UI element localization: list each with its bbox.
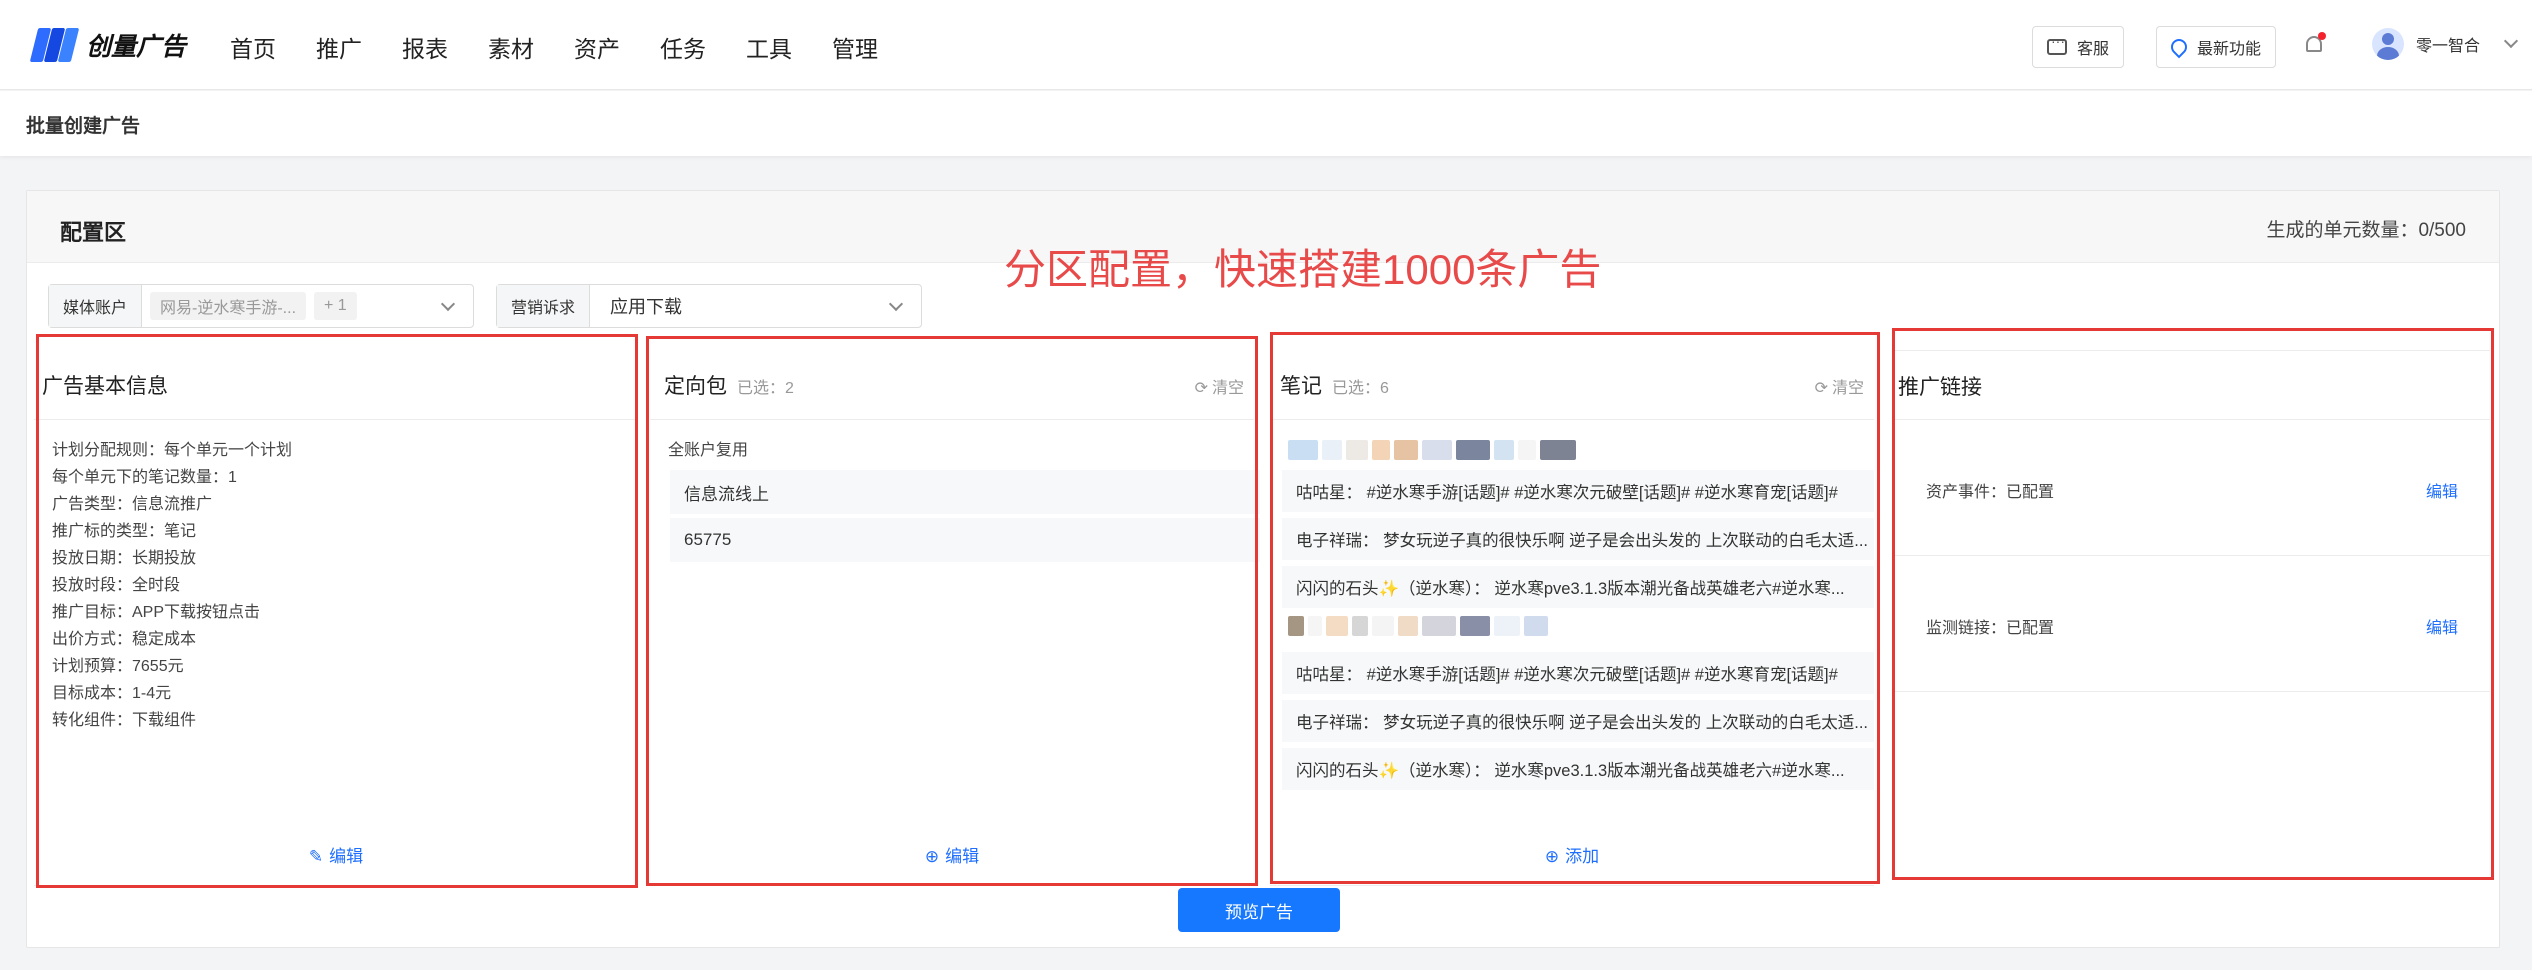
menu-item-assets[interactable]: 资产 [574,30,620,64]
marketing-goal-select[interactable]: 营销诉求 应用下载 [496,284,922,328]
user-menu[interactable]: 零一智合 [2372,28,2519,60]
media-account-label: 媒体账户 [49,285,143,327]
chevron-down-icon [2503,33,2519,49]
preview-ads-button[interactable]: 预览广告 [1178,888,1340,932]
location-pin-icon [2167,35,2191,59]
highlight-box [36,334,638,888]
menu-item-tools[interactable]: 工具 [746,30,792,64]
chat-icon [2047,33,2067,55]
menu-item-admin[interactable]: 管理 [832,30,878,64]
nav-right-group: 客服 最新功能 零一智合 [2032,26,2532,68]
chevron-down-icon [440,296,456,312]
chevron-down-icon [888,296,904,312]
avatar [2372,28,2404,60]
media-account-extra-count: + 1 [314,292,357,320]
logo-icon [29,26,80,64]
user-name: 零一智合 [2416,38,2481,55]
page-title: 批量创建广告 [26,116,141,137]
menu-item-home[interactable]: 首页 [230,30,276,64]
highlight-box [1892,328,2494,880]
unit-count: 生成的单元数量：0/500 [2266,220,2466,241]
highlight-box [646,336,1258,886]
marketing-goal-value: 应用下载 [610,297,683,317]
menu-item-reports[interactable]: 报表 [402,30,448,64]
notification-dot [2318,32,2326,40]
config-panel-title: 配置区 [60,220,127,245]
highlight-box [1270,332,1880,884]
brand-logo[interactable]: 创量广告 [29,26,187,64]
new-features-label: 最新功能 [2197,41,2262,58]
top-navbar: 创量广告 首页 推广 报表 素材 资产 任务 工具 管理 客服 最新功能 零一智… [0,0,2532,90]
page-header: 批量创建广告 [0,91,2532,156]
new-features-button[interactable]: 最新功能 [2156,26,2277,68]
menu-item-promotion[interactable]: 推广 [316,30,362,64]
customer-service-button[interactable]: 客服 [2032,26,2125,68]
main-menu: 首页 推广 报表 素材 资产 任务 工具 管理 [230,30,918,64]
customer-service-label: 客服 [2077,41,2110,58]
media-account-select[interactable]: 媒体账户 网易-逆水寒手游-... + 1 [48,284,474,328]
brand-name: 创量广告 [86,33,187,61]
media-account-tag[interactable]: 网易-逆水寒手游-... [150,292,307,320]
marketing-goal-label: 营销诉求 [497,285,591,327]
notification-bell-icon[interactable] [2304,32,2326,58]
menu-item-materials[interactable]: 素材 [488,30,534,64]
menu-item-tasks[interactable]: 任务 [660,30,706,64]
promo-caption: 分区配置，快速搭建1000条广告 [1004,246,1602,293]
